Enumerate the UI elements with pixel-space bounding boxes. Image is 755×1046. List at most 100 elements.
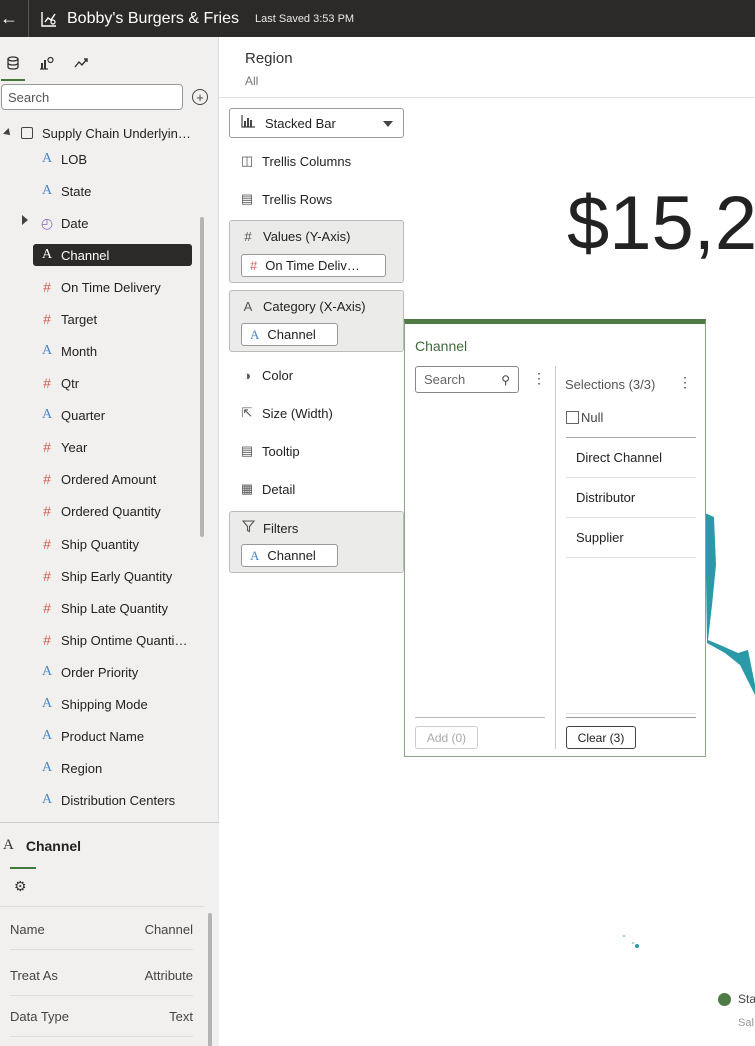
field-item[interactable]: # Ship Quantity <box>33 533 192 555</box>
filters-zone[interactable]: Filters A Channel <box>229 511 404 573</box>
popup-search-input[interactable]: Search ⚲ <box>415 366 519 393</box>
field-item[interactable]: # Ordered Quantity <box>33 500 192 522</box>
field-label: On Time Delivery <box>61 279 161 295</box>
prop-value[interactable]: Attribute <box>145 968 193 983</box>
viz-type-select[interactable]: Stacked Bar <box>229 108 404 138</box>
analytics-tab-icon[interactable] <box>71 53 91 73</box>
null-checkbox[interactable] <box>566 411 579 424</box>
prop-key: Treat As <box>10 968 58 983</box>
field-item[interactable]: # Target <box>33 308 192 330</box>
trellis-rows-zone[interactable]: ▤ Trellis Rows <box>229 188 404 210</box>
field-item[interactable]: # Ship Early Quantity <box>33 565 192 587</box>
tooltip-zone[interactable]: ▤ Tooltip <box>229 440 404 462</box>
values-pill-label: On Time Deliv… <box>265 258 360 273</box>
filter-region-value[interactable]: All <box>245 74 258 88</box>
kpi-value: $15,2 <box>567 181 755 266</box>
values-menu-kebab-icon[interactable]: ⋮ <box>532 371 546 385</box>
viz-type-label: Stacked Bar <box>265 115 336 131</box>
filters-pill[interactable]: A Channel <box>241 544 338 567</box>
selections-header: Selections (3/3) <box>565 377 656 392</box>
color-label: Color <box>262 367 294 383</box>
filter-bar-divider <box>219 97 755 98</box>
field-item[interactable]: A Region <box>33 757 192 779</box>
detail-zone[interactable]: ▦ Detail <box>229 478 404 500</box>
field-item[interactable]: A Product Name <box>33 725 192 747</box>
add-button[interactable]: Add (0) <box>415 726 478 749</box>
attribute-box-icon: A <box>243 299 253 314</box>
back-arrow-icon[interactable]: ← <box>0 0 18 37</box>
attribute-type-icon: A <box>41 696 53 711</box>
attribute-type-icon: A <box>41 343 53 358</box>
attribute-type-icon: A <box>41 407 53 422</box>
properties-scrollbar[interactable] <box>208 913 212 1046</box>
legend-swatch-icon <box>718 993 731 1006</box>
prop-value[interactable]: Channel <box>145 922 193 937</box>
rows-icon: ▤ <box>240 191 254 206</box>
collapse-caret-icon[interactable] <box>3 128 13 138</box>
clear-button[interactable]: Clear (3) <box>566 726 636 749</box>
field-item[interactable]: A Order Priority <box>33 661 192 683</box>
tooltip-label: Tooltip <box>262 443 300 459</box>
date-expand-caret-icon[interactable] <box>22 215 28 225</box>
attribute-type-icon: A <box>3 837 14 853</box>
workbook-chart-icon <box>41 11 56 27</box>
field-label: Ship Early Quantity <box>61 568 173 584</box>
null-checkbox-row[interactable]: Null <box>566 410 603 425</box>
selection-item[interactable]: Supplier <box>566 518 696 558</box>
data-source-label: Supply Chain Underlyin… <box>42 125 191 141</box>
category-x-axis-zone[interactable]: A Category (X-Axis) A Channel <box>229 290 404 352</box>
field-label: Ship Late Quantity <box>61 600 168 616</box>
field-item[interactable]: # Ordered Amount <box>33 468 192 490</box>
field-item[interactable]: ◴ Date <box>33 212 192 234</box>
filter-region-label[interactable]: Region <box>245 50 293 67</box>
popup-title: Channel <box>415 338 468 354</box>
field-list-scrollbar[interactable] <box>200 217 204 537</box>
last-saved-text: Last Saved 3:53 PM <box>255 12 355 25</box>
data-tab-database-icon[interactable] <box>1 53 25 81</box>
values-pill[interactable]: # On Time Deliv… <box>241 254 386 277</box>
selection-item[interactable]: Direct Channel <box>566 438 696 478</box>
selection-item[interactable]: Distributor <box>566 478 696 518</box>
data-search-input[interactable]: Search <box>1 84 183 110</box>
field-item[interactable]: # Ship Ontime Quanti… <box>33 629 192 651</box>
field-item[interactable]: A Quarter <box>33 404 192 426</box>
properties-title: Channel <box>25 837 82 854</box>
field-item[interactable]: A Month <box>33 340 192 362</box>
field-item[interactable]: A State <box>33 180 192 202</box>
trellis-columns-zone[interactable]: ◫ Trellis Columns <box>229 150 404 172</box>
color-zone[interactable]: ◑ Color <box>229 364 404 386</box>
data-panel: Search + Supply Chain Underlyin… A LOB A St… <box>0 37 219 1046</box>
attribute-type-icon: A <box>41 728 53 743</box>
number-type-icon: # <box>43 568 51 584</box>
data-panel-tabs <box>0 37 218 83</box>
field-item[interactable]: # Ship Late Quantity <box>33 597 192 619</box>
chart-area-fragment <box>705 513 755 695</box>
legend-sublabel: Sal <box>738 1017 754 1029</box>
properties-header: A Channel <box>3 837 81 854</box>
data-source-node[interactable]: Supply Chain Underlyin… <box>0 123 219 143</box>
null-label: Null <box>581 410 604 425</box>
filters-header: Filters <box>230 520 298 536</box>
field-item[interactable]: A Shipping Mode <box>33 693 192 715</box>
add-data-plus-icon[interactable]: + <box>192 89 208 105</box>
gear-icon[interactable]: ⚙ <box>14 878 28 894</box>
number-type-icon: # <box>250 258 258 273</box>
field-item[interactable]: # Qtr <box>33 372 192 394</box>
category-pill[interactable]: A Channel <box>241 323 338 346</box>
size-zone[interactable]: ⇱ Size (Width) <box>229 402 404 424</box>
search-icon[interactable]: ⚲ <box>501 373 510 387</box>
prop-key: Name <box>10 922 45 937</box>
field-item[interactable]: A Distribution Centers <box>33 789 192 811</box>
field-item[interactable]: A LOB <box>33 148 192 170</box>
field-item[interactable]: # On Time Delivery <box>33 276 192 298</box>
field-item[interactable]: # Year <box>33 436 192 458</box>
number-type-icon: # <box>43 471 51 487</box>
field-item[interactable]: A Channel <box>33 244 192 266</box>
field-label: Region <box>61 760 103 776</box>
visualizations-tab-icon[interactable] <box>36 53 56 73</box>
prop-value[interactable]: Text <box>169 1009 193 1024</box>
bar-chart-icon <box>241 115 255 131</box>
selections-menu-kebab-icon[interactable]: ⋮ <box>678 375 692 389</box>
data-search-placeholder: Search <box>8 89 50 105</box>
values-y-axis-zone[interactable]: # Values (Y-Axis) # On Time Deliv… <box>229 220 404 283</box>
